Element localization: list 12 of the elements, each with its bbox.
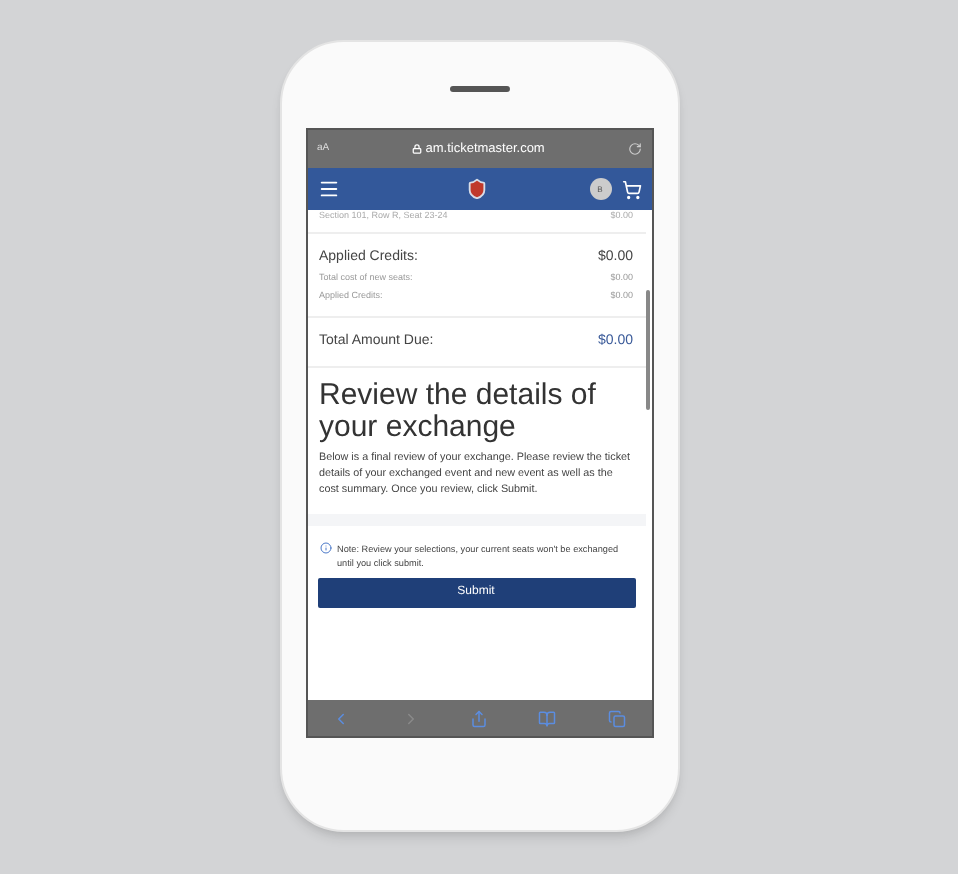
speaker-grille	[449, 86, 509, 92]
book-icon[interactable]	[538, 709, 557, 727]
review-heading: Review the details of your exchange	[319, 380, 598, 445]
shield-logo-icon[interactable]	[465, 178, 487, 200]
lock-icon	[411, 144, 422, 154]
tabs-icon[interactable]	[607, 709, 626, 727]
scrollbar	[645, 290, 649, 410]
info-icon	[319, 542, 331, 555]
reload-icon[interactable]	[627, 142, 641, 156]
menu-icon[interactable]	[317, 178, 339, 200]
share-icon[interactable]	[469, 709, 488, 727]
cart-icon[interactable]	[621, 179, 641, 199]
